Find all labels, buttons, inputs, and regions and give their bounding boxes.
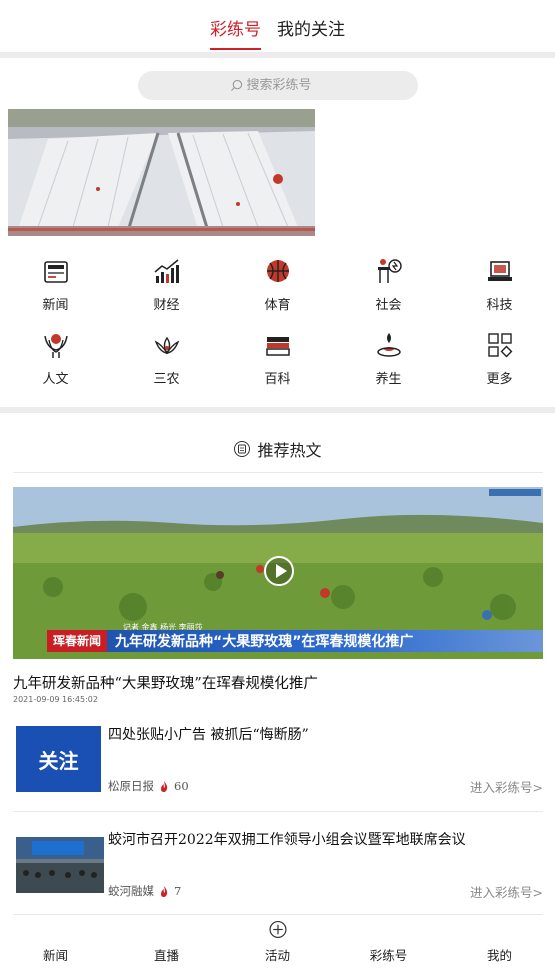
category-culture[interactable]: 人文 (0, 330, 111, 404)
nav-live[interactable]: 直播 (111, 920, 222, 972)
news-thumbnail: 关注 (16, 726, 101, 792)
news-meta: 松原日报 60 (108, 778, 189, 794)
video-title[interactable]: 九年研发新品种“大果野玫瑰”在珲春规模化推广 (13, 672, 318, 693)
heat-count: 7 (174, 884, 182, 898)
category-label: 社会 (375, 298, 402, 313)
category-label: 百科 (264, 372, 291, 387)
caption-text: 九年研发新品种“大果野玫瑰”在珲春规模化推广 (115, 634, 414, 650)
category-label: 人文 (42, 372, 69, 387)
plus-circle-icon (268, 920, 287, 939)
bottom-nav: 新闻 直播 活动 彩练号 我的 (0, 920, 555, 972)
nav-activity[interactable]: 活动 (222, 920, 333, 972)
lotus-icon (154, 336, 179, 355)
banner-image[interactable] (8, 109, 315, 236)
enter-channel-link[interactable]: 进入彩练号> (470, 777, 543, 796)
flame-icon (161, 780, 168, 792)
news-source: 松原日报 (108, 779, 154, 793)
culture-icon (43, 334, 68, 358)
news-thumbnail (16, 837, 104, 893)
category-news[interactable]: 新闻 (0, 256, 111, 330)
nav-label: 彩练号 (369, 948, 408, 963)
nav-label: 活动 (264, 948, 290, 963)
news-item[interactable]: 蛟河市召开2022年双拥工作领导小组会议暨军地联席会议 蛟河融媒 7 进入彩练号… (13, 827, 543, 907)
hot-badge-icon (234, 441, 251, 457)
news-title[interactable]: 四处张贴小广告 被抓后“悔断肠” (108, 724, 309, 744)
hot-section-header: 推荐热文 (0, 437, 555, 461)
tab-cailianhao[interactable]: 彩练号 (210, 15, 261, 50)
nav-label: 直播 (153, 948, 179, 963)
thumbnail-text: 关注 (38, 748, 79, 773)
video-player[interactable]: 记者 金鑫 杨光 李丽莎 珲春新闻 九年研发新品种“大果野玫瑰”在珲春规模化推广 (13, 487, 543, 659)
news-item[interactable]: 关注 四处张贴小广告 被抓后“悔断肠” 松原日报 60 进入彩练号> (13, 722, 543, 802)
category-label: 更多 (486, 372, 513, 387)
divider (13, 914, 543, 915)
divider (13, 811, 543, 812)
search-input[interactable] (246, 78, 327, 93)
news-title[interactable]: 蛟河市召开2022年双拥工作领导小组会议暨军地联席会议 (108, 829, 466, 849)
divider (0, 407, 555, 413)
category-agriculture[interactable]: 三农 (111, 330, 222, 404)
laptop-icon (487, 261, 512, 281)
search-box[interactable] (138, 71, 418, 100)
video-caption-bar: 珲春新闻 九年研发新品种“大果野玫瑰”在珲春规模化推广 (47, 630, 543, 652)
heat-count: 60 (174, 779, 189, 793)
nav-mine[interactable]: 我的 (444, 920, 555, 972)
ski-field-photo (8, 109, 315, 236)
category-tech[interactable]: 科技 (444, 256, 555, 330)
news-source: 蛟河融媒 (108, 884, 154, 898)
bar-chart-icon (154, 259, 179, 283)
flame-icon (161, 885, 168, 897)
nav-news[interactable]: 新闻 (0, 920, 111, 972)
category-label: 财经 (153, 298, 180, 313)
app-screen: 彩练号 我的关注 搜索彩练号 新闻 财经 体育 社会 科技 人文 三农 百科 养… (0, 0, 555, 972)
basketball-icon (266, 260, 289, 282)
books-icon (265, 337, 290, 356)
category-society[interactable]: 社会 (333, 256, 444, 330)
category-label: 体育 (264, 298, 291, 313)
top-tab-bar: 彩练号 我的关注 (0, 0, 555, 52)
section-title: 推荐热文 (257, 441, 322, 460)
wellness-icon (376, 333, 401, 357)
video-date: 2021-09-09 16:45:02 (13, 695, 98, 704)
category-sports[interactable]: 体育 (222, 256, 333, 330)
caption-tag: 珲春新闻 (47, 630, 108, 652)
newspaper-icon (43, 261, 68, 283)
news-meta: 蛟河融媒 7 (108, 883, 181, 899)
divider (13, 472, 543, 473)
category-label: 科技 (486, 298, 513, 313)
category-grid: 新闻 财经 体育 社会 科技 人文 三农 百科 养生 更多 (0, 256, 555, 404)
category-label: 新闻 (42, 298, 69, 313)
category-more[interactable]: 更多 (444, 330, 555, 404)
grid-icon (487, 333, 512, 358)
enter-channel-link[interactable]: 进入彩练号> (470, 882, 543, 901)
category-finance[interactable]: 财经 (111, 256, 222, 330)
category-label: 养生 (375, 372, 402, 387)
meeting-photo (16, 837, 104, 893)
nav-cailianhao[interactable]: 彩练号 (333, 920, 444, 972)
category-encyclopedia[interactable]: 百科 (222, 330, 333, 404)
divider (0, 52, 555, 58)
category-label: 三农 (153, 372, 180, 387)
society-icon (377, 259, 402, 283)
category-wellness[interactable]: 养生 (333, 330, 444, 404)
tab-my-follow[interactable]: 我的关注 (277, 15, 345, 50)
nav-label: 新闻 (42, 948, 68, 963)
nav-label: 我的 (486, 948, 512, 963)
search-icon (230, 79, 242, 92)
play-button-icon[interactable] (264, 556, 294, 586)
